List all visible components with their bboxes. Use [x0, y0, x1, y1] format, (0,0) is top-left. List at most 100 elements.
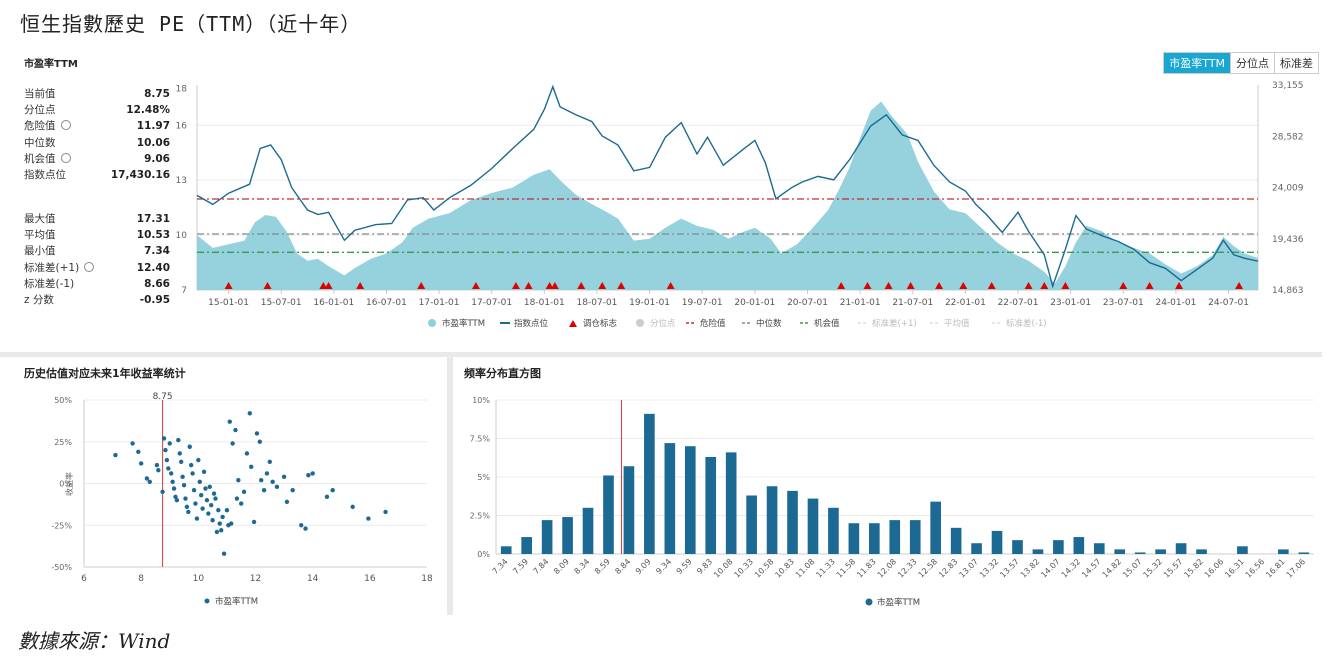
histogram-bar: [1032, 549, 1044, 554]
histogram-bar: [889, 520, 901, 554]
legend-item[interactable]: 市盈率TTM: [204, 596, 259, 607]
legend-label: 调仓标志: [583, 318, 618, 329]
x-tick-label: 18: [421, 574, 433, 584]
x-tick-label: 12.08: [876, 557, 899, 580]
y-right-tick-label: 24,009: [1272, 184, 1304, 194]
legend-item[interactable]: 机会值: [800, 318, 840, 329]
x-tick-label: 14.82: [1101, 557, 1124, 580]
histogram-bar: [930, 501, 941, 554]
y-tick-label: 2.5%: [470, 512, 491, 521]
scatter-point: [166, 466, 171, 471]
scatter-point: [177, 451, 182, 456]
x-tick-label: 15.32: [1141, 557, 1164, 580]
scatter-point: [170, 479, 175, 485]
legend-swatch: [636, 319, 644, 327]
legend-item[interactable]: 中位数: [742, 318, 782, 329]
scatter-point: [191, 487, 197, 493]
data-source: 數據來源：Wind: [18, 629, 171, 653]
x-tick-label: 15-01-01: [208, 298, 249, 308]
legend-item[interactable]: 市盈率TTM: [865, 597, 921, 608]
legend-item[interactable]: 危险值: [686, 318, 726, 329]
scatter-point: [113, 452, 118, 458]
histogram-panel-title: 频率分布直方图: [464, 367, 541, 380]
histogram-bar: [1073, 537, 1085, 554]
x-tick-label: 8: [138, 574, 144, 584]
scatter-point: [254, 431, 260, 436]
scatter-point: [144, 476, 150, 481]
scatter-point: [236, 477, 241, 483]
legend-label: 市盈率TTM: [215, 596, 258, 607]
legend-label: 市盈率TTM: [442, 318, 485, 329]
scatter-point: [221, 551, 227, 556]
scatter-point: [216, 508, 221, 513]
histogram-bar: [500, 546, 512, 554]
scatter-point: [244, 451, 250, 456]
scatter-point: [176, 437, 181, 443]
scatter-point: [330, 487, 335, 493]
histogram-bar: [909, 520, 921, 554]
y-right-tick-label: 33,155: [1272, 81, 1304, 91]
frequency-histogram[interactable]: 0% 2.5% 5% 7.5% 10% 7.34 7.59 7.84 8.09 8.34 8.59 8…: [453, 380, 1323, 615]
scatter-point: [147, 479, 152, 485]
x-tick-label: 9.09: [634, 557, 653, 576]
legend-item[interactable]: 标准差(+1): [858, 318, 917, 329]
legend-item[interactable]: 调仓标志: [569, 318, 618, 329]
legend-label: 危险值: [700, 318, 726, 329]
histogram-bar: [971, 543, 982, 554]
legend-item[interactable]: 指数点位: [500, 318, 549, 329]
legend-item[interactable]: 市盈率TTM: [428, 318, 485, 329]
x-tick-label: 10.58: [753, 557, 776, 580]
scatter-point: [190, 471, 195, 476]
x-tick-label: 23-07-01: [1103, 298, 1144, 308]
histogram-bar: [1175, 543, 1187, 554]
legend-swatch: [428, 319, 436, 327]
scatter-point: [290, 487, 295, 493]
histogram-bar: [521, 537, 532, 554]
x-tick-label: 9.34: [654, 557, 673, 576]
scatter-point: [136, 449, 141, 454]
scatter-point: [217, 521, 222, 526]
y-left-tick-label: 16: [176, 121, 188, 131]
scatter-point: [201, 469, 207, 475]
legend-label: 标准差(+1): [872, 318, 917, 329]
legend-item[interactable]: 平均值: [930, 318, 970, 329]
scatter-point: [284, 499, 290, 505]
scatter-point: [259, 477, 264, 483]
x-tick-label: 10.08: [712, 557, 735, 580]
return-scatter-chart[interactable]: 50%25%0%-25%-50%6 8 10 12 14 16 18收益率8.75市盈率TT…: [0, 380, 447, 615]
scatter-point: [270, 479, 275, 485]
scatter-point: [230, 441, 235, 446]
scatter-point: [164, 457, 170, 463]
y-axis-label: 收益率: [64, 472, 74, 496]
legend-item[interactable]: 分位点: [636, 318, 676, 329]
histogram-bar: [725, 452, 737, 554]
legend-swatch: [865, 598, 873, 606]
histogram-bar: [684, 446, 696, 554]
histogram-bar: [1155, 549, 1166, 554]
scatter-point: [200, 506, 205, 511]
scatter-point: [366, 516, 371, 521]
scatter-point: [163, 447, 168, 453]
y-right-tick-label: 19,436: [1272, 235, 1304, 245]
legend-label: 标准差(-1): [1006, 318, 1047, 329]
scatter-point: [219, 528, 224, 533]
current-value-label: 8.75: [153, 392, 173, 402]
scatter-point: [171, 486, 177, 491]
x-tick-label: 12.83: [937, 557, 960, 580]
legend-item[interactable]: 标准差(-1): [992, 318, 1047, 329]
scatter-point: [241, 489, 247, 495]
scatter-point: [247, 411, 252, 416]
scatter-point: [324, 494, 330, 500]
legend-swatch: [569, 320, 577, 327]
x-tick-label: 10: [193, 574, 205, 584]
scatter-point: [299, 523, 304, 528]
scatter-point: [167, 441, 172, 446]
x-tick-label: 15.57: [1162, 557, 1185, 580]
x-tick-label: 13.82: [1019, 557, 1042, 580]
x-tick-label: 11.33: [814, 557, 837, 580]
scatter-point: [188, 462, 194, 468]
pe-history-chart[interactable]: 7 10 13 16 18 14,863 19,436 24,009 28,582 33,155 1…: [0, 0, 1332, 345]
y-tick-label: 0%: [477, 550, 490, 559]
x-tick-label: 13.32: [978, 557, 1001, 580]
scatter-point: [224, 508, 230, 513]
